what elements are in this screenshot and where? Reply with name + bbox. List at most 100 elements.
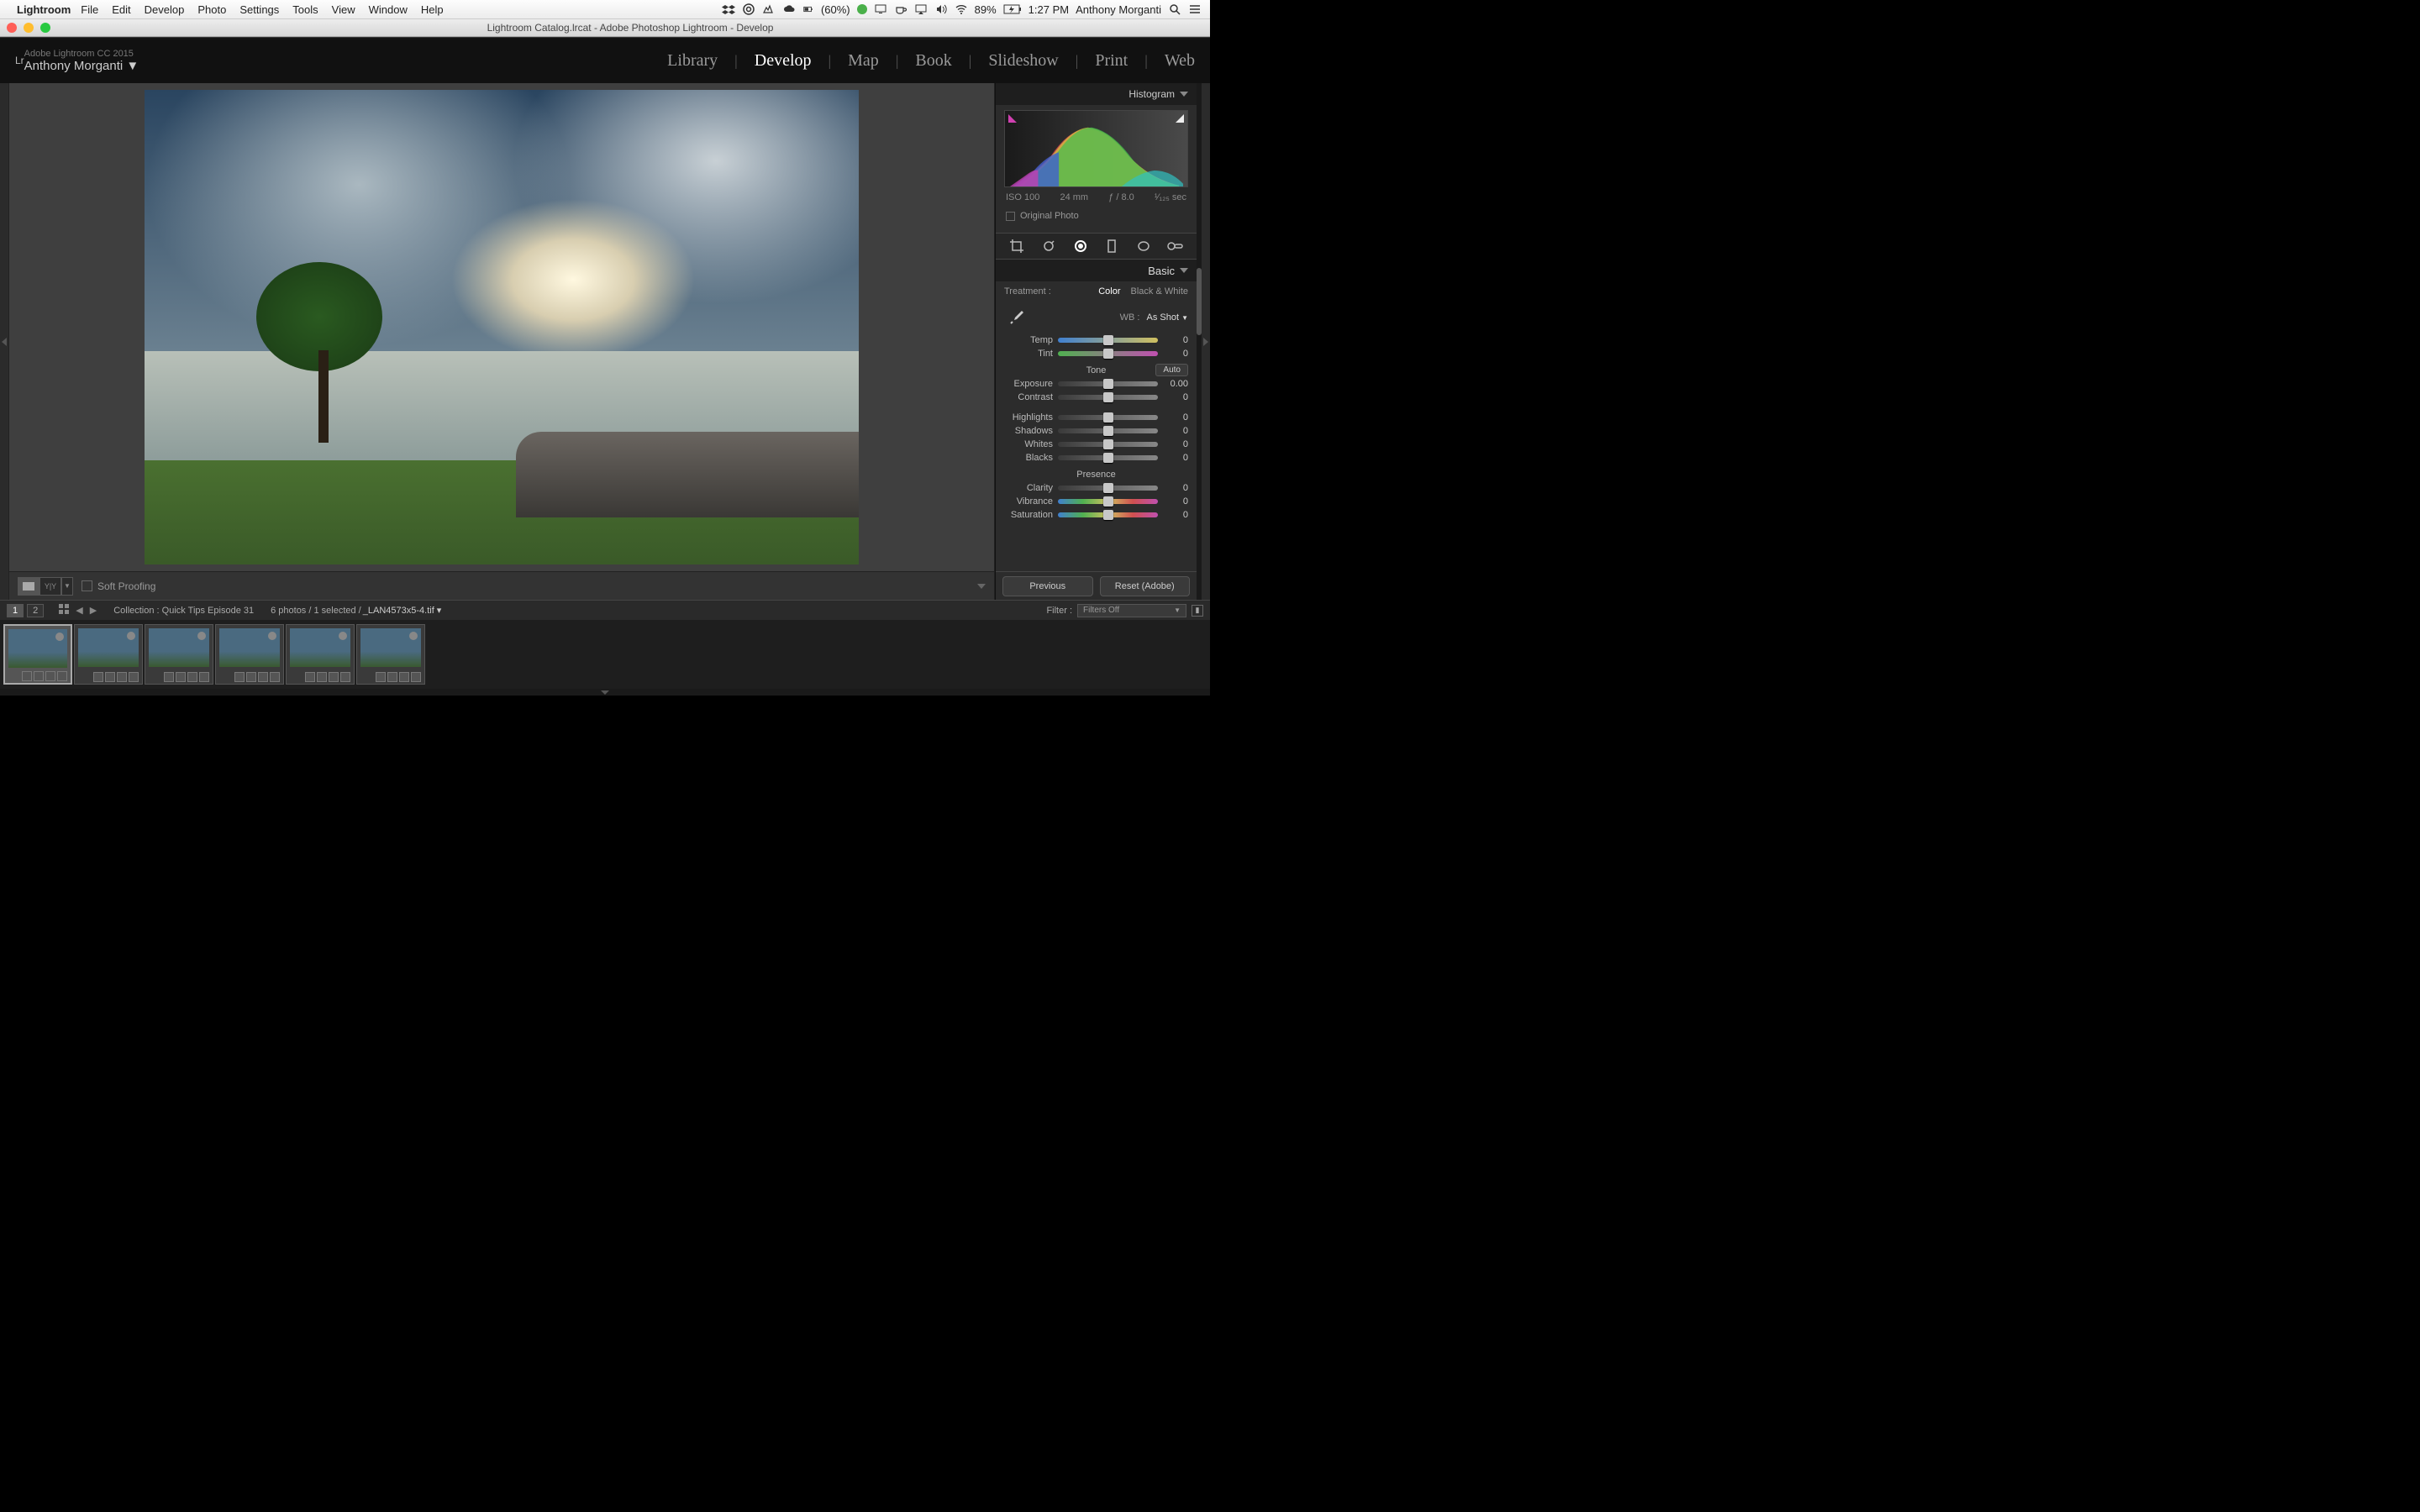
collection-label[interactable]: Collection : Quick Tips Episode 31 [113,606,254,616]
blacks-value[interactable]: 0 [1163,453,1188,463]
nav-back-icon[interactable]: ◀ [76,605,82,616]
vibrance-value[interactable]: 0 [1163,496,1188,507]
original-photo-checkbox[interactable] [1006,212,1015,221]
wifi-icon[interactable] [955,3,968,16]
wb-eyedropper[interactable] [1004,305,1029,330]
menu-edit[interactable]: Edit [112,3,130,16]
left-panel-toggle[interactable] [0,83,8,600]
wb-dropdown[interactable]: As Shot ▼ [1146,312,1188,323]
filter-dropdown[interactable]: Filters Off▼ [1077,604,1186,617]
tint-value[interactable]: 0 [1163,349,1188,359]
spotlight-icon[interactable] [1168,3,1181,16]
thumbnail-4[interactable] [215,624,284,685]
notification-center-icon[interactable] [1188,3,1202,16]
previous-button[interactable]: Previous [1002,576,1093,596]
module-library[interactable]: Library [667,51,718,71]
menu-photo[interactable]: Photo [197,3,226,16]
green-dot-icon[interactable] [857,4,867,14]
exposure-value[interactable]: 0.00 [1163,379,1188,389]
saturation-slider[interactable] [1058,512,1158,517]
shadows-slider[interactable] [1058,428,1158,433]
soft-proofing-checkbox[interactable] [82,580,92,591]
module-develop[interactable]: Develop [755,51,812,71]
whites-value[interactable]: 0 [1163,439,1188,449]
thumbnail-6[interactable] [356,624,425,685]
zoom-window-button[interactable] [40,23,50,33]
thumbnail-3[interactable] [145,624,213,685]
menu-develop[interactable]: Develop [145,3,185,16]
second-window-button[interactable]: 2 [27,604,44,617]
radial-filter-tool[interactable] [1133,237,1155,255]
battery-mac-icon[interactable] [802,3,814,15]
temp-value[interactable]: 0 [1163,335,1188,345]
menu-window[interactable]: Window [369,3,408,16]
grid-view-icon[interactable] [59,604,69,617]
battery-sys-icon[interactable] [1003,4,1022,14]
thumbnail-1[interactable] [3,624,72,685]
module-map[interactable]: Map [848,51,879,71]
saturation-value[interactable]: 0 [1163,510,1188,520]
app-menu[interactable]: Lightroom [17,3,71,16]
right-panel-toggle[interactable] [1202,83,1210,600]
highlights-slider[interactable] [1058,415,1158,420]
caffeine-icon[interactable] [894,3,908,16]
auto-tone-button[interactable]: Auto [1155,364,1188,376]
canvas-area[interactable] [9,83,994,571]
menu-file[interactable]: File [81,3,98,16]
before-after-menu-button[interactable]: ▼ [61,577,73,596]
module-slideshow[interactable]: Slideshow [988,51,1058,71]
grad-filter-tool[interactable] [1101,237,1123,255]
filename-label[interactable]: _LAN4573x5-4.tif ▾ [363,605,442,616]
temp-slider[interactable] [1058,338,1158,343]
vibrance-slider[interactable] [1058,499,1158,504]
contrast-slider[interactable] [1058,395,1158,400]
basic-header[interactable]: Basic [996,260,1197,281]
shadows-value[interactable]: 0 [1163,426,1188,436]
histogram-header[interactable]: Histogram [996,83,1197,105]
cc-icon[interactable] [742,3,755,16]
thumbnail-5[interactable] [286,624,355,685]
close-window-button[interactable] [7,23,17,33]
airplay-icon[interactable] [914,3,928,16]
menu-tools[interactable]: Tools [292,3,318,16]
nav-forward-icon[interactable]: ▶ [90,605,97,616]
minimize-window-button[interactable] [24,23,34,33]
thumbnail-2[interactable] [74,624,143,685]
module-print[interactable]: Print [1095,51,1128,71]
loupe-view-button[interactable] [18,577,39,596]
display-icon[interactable] [874,3,887,16]
cloud-icon[interactable] [782,3,796,16]
redeye-tool[interactable] [1070,237,1092,255]
user-text[interactable]: Anthony Morganti [1076,3,1161,16]
menu-settings[interactable]: Settings [239,3,279,16]
highlights-value[interactable]: 0 [1163,412,1188,423]
clock-text[interactable]: 1:27 PM [1028,3,1069,16]
crop-tool[interactable] [1006,237,1028,255]
menu-help[interactable]: Help [421,3,444,16]
filter-lock-icon[interactable]: ▮ [1192,605,1203,617]
module-book[interactable]: Book [915,51,951,71]
blacks-slider[interactable] [1058,455,1158,460]
histogram-graph[interactable] [1004,110,1188,187]
toolbar-menu-button[interactable] [977,584,986,589]
filmstrip-toggle[interactable] [0,689,1210,696]
treatment-color[interactable]: Color [1098,286,1120,297]
exposure-slider[interactable] [1058,381,1158,386]
dropbox-icon[interactable] [722,3,735,16]
whites-slider[interactable] [1058,442,1158,447]
clarity-slider[interactable] [1058,486,1158,491]
spot-tool[interactable] [1038,237,1060,255]
tint-slider[interactable] [1058,351,1158,356]
clarity-value[interactable]: 0 [1163,483,1188,493]
identity-line2[interactable]: Anthony Morganti ▼ [24,59,139,73]
filmstrip[interactable] [0,620,1210,689]
reset-button[interactable]: Reset (Adobe) [1100,576,1191,596]
module-web[interactable]: Web [1165,51,1195,71]
volume-icon[interactable] [934,3,948,16]
menubar-extra-1-icon[interactable] [762,3,776,16]
treatment-bw[interactable]: Black & White [1131,286,1188,297]
menu-view[interactable]: View [332,3,355,16]
contrast-value[interactable]: 0 [1163,392,1188,402]
main-window-button[interactable]: 1 [7,604,24,617]
before-after-button[interactable]: Y|Y [39,577,61,596]
